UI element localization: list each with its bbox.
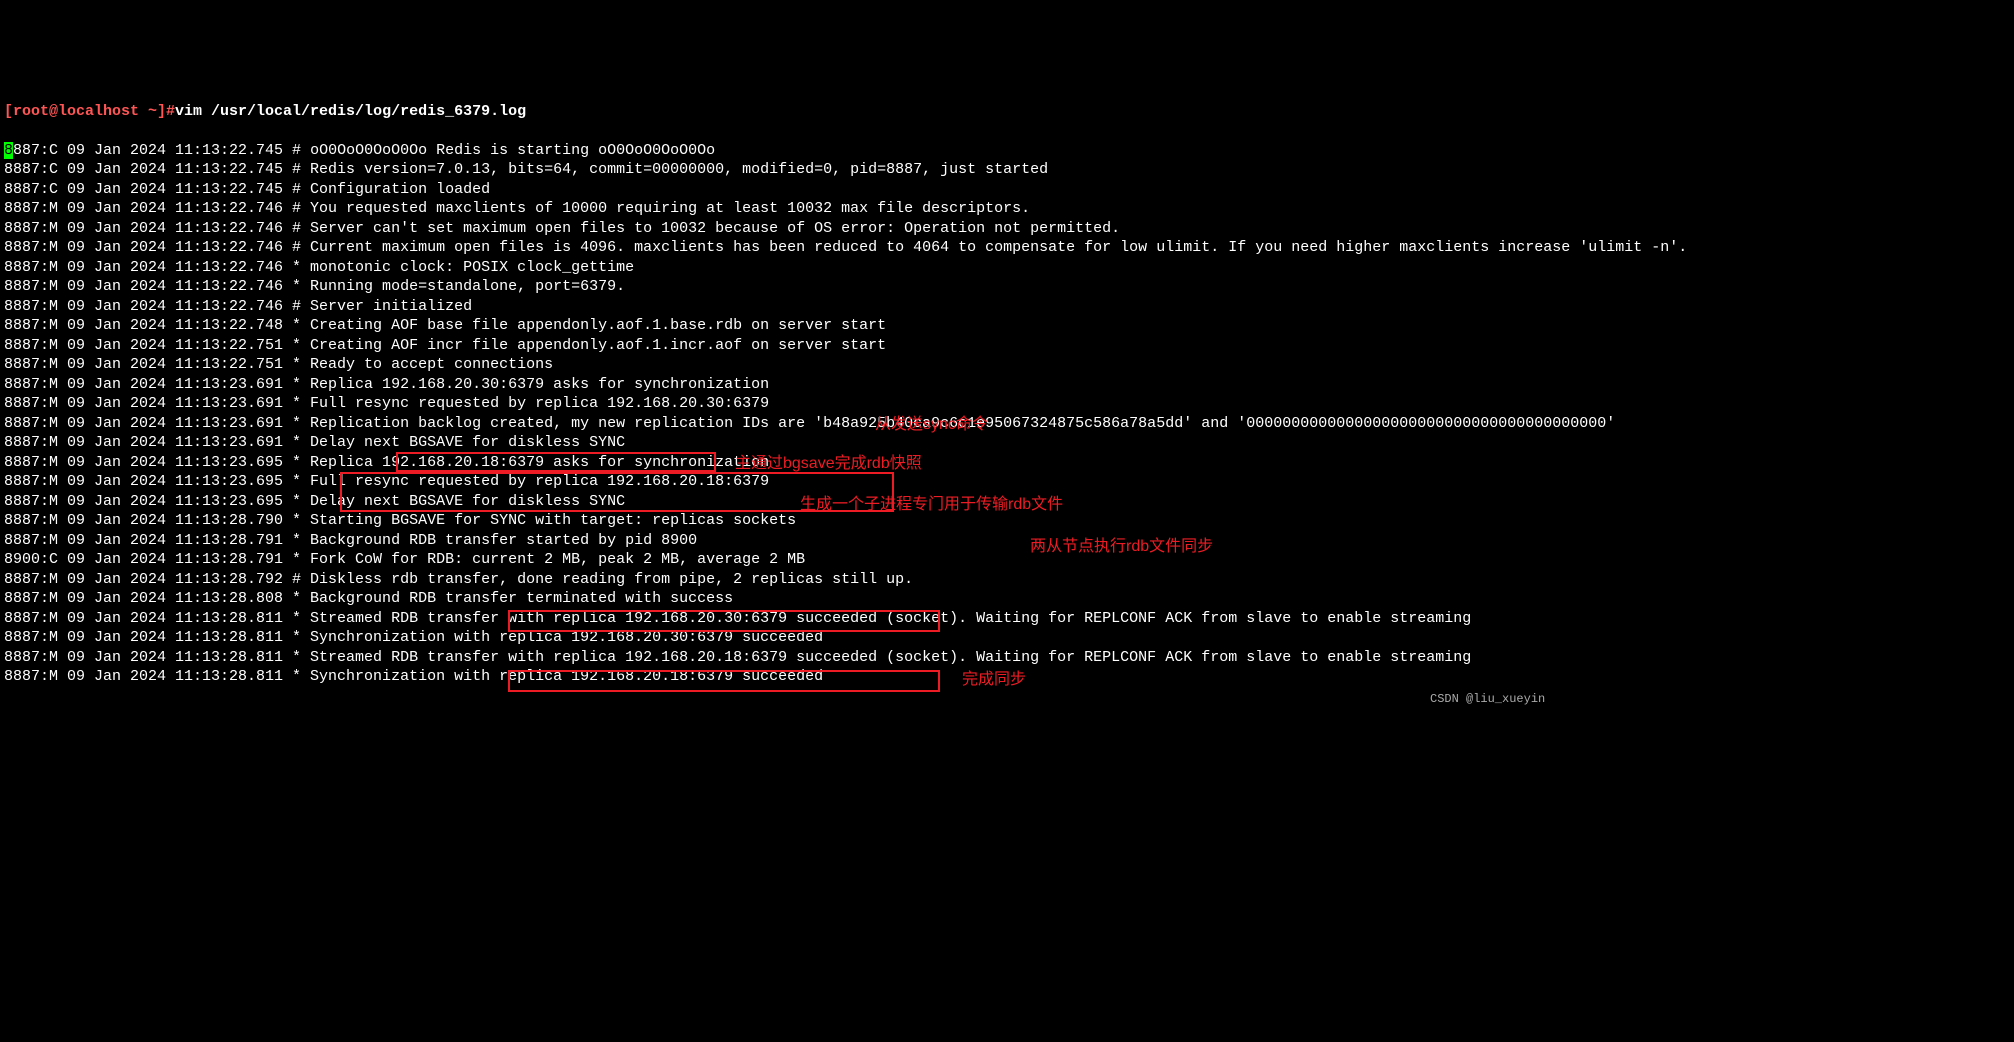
log-line: 8887:M 09 Jan 2024 11:13:22.746 # You re… xyxy=(4,200,1030,217)
log-line: 8887:M 09 Jan 2024 11:13:22.746 * Runnin… xyxy=(4,278,625,295)
log-line: 8887:M 09 Jan 2024 11:13:23.691 * Delay … xyxy=(4,434,625,451)
log-line: 887:C 09 Jan 2024 11:13:22.745 # oO0OoO0… xyxy=(13,142,715,159)
log-line: 8887:C 09 Jan 2024 11:13:22.745 # Config… xyxy=(4,181,490,198)
log-line: 8887:M 09 Jan 2024 11:13:22.746 # Server… xyxy=(4,220,1120,237)
annotation-sync-complete: 完成同步 xyxy=(962,670,1026,691)
log-line: 8900:C 09 Jan 2024 11:13:28.791 * Fork C… xyxy=(4,551,805,568)
annotation-bgsave-rdb: 主通过bgsave完成rdb快照 xyxy=(735,454,922,475)
log-line: 8887:M 09 Jan 2024 11:13:28.811 * Synchr… xyxy=(4,629,823,646)
watermark: CSDN @liu_xueyin xyxy=(1430,692,1545,708)
blank-line xyxy=(4,122,13,139)
log-line: 8887:M 09 Jan 2024 11:13:22.746 # Server… xyxy=(4,298,472,315)
log-line: 8887:M 09 Jan 2024 11:13:28.811 * Synchr… xyxy=(4,668,823,685)
log-line: 8887:M 09 Jan 2024 11:13:28.808 * Backgr… xyxy=(4,590,733,607)
cursor: 8 xyxy=(4,142,13,159)
log-line: 8887:M 09 Jan 2024 11:13:23.695 * Full r… xyxy=(4,473,769,490)
terminal-output: [root@localhost ~]#vim /usr/local/redis/… xyxy=(4,82,2010,687)
annotation-child-process: 生成一个子进程专门用于传输rdb文件 xyxy=(800,495,1063,516)
log-line: 8887:M 09 Jan 2024 11:13:22.751 * Creati… xyxy=(4,337,886,354)
log-line: 8887:M 09 Jan 2024 11:13:22.746 # Curren… xyxy=(4,239,1687,256)
prompt-command: vim /usr/local/redis/log/redis_6379.log xyxy=(175,103,526,120)
log-line: 8887:C 09 Jan 2024 11:13:22.745 # Redis … xyxy=(4,161,1048,178)
log-line: 8887:M 09 Jan 2024 11:13:22.751 * Ready … xyxy=(4,356,553,373)
annotation-replica-sync: 两从节点执行rdb文件同步 xyxy=(1030,537,1213,558)
log-line: 8887:M 09 Jan 2024 11:13:23.691 * Replic… xyxy=(4,376,769,393)
log-line: 8887:M 09 Jan 2024 11:13:28.791 * Backgr… xyxy=(4,532,697,549)
log-line: 8887:M 09 Jan 2024 11:13:23.695 * Replic… xyxy=(4,454,769,471)
log-line: 8887:M 09 Jan 2024 11:13:22.748 * Creati… xyxy=(4,317,886,334)
log-line: 8887:M 09 Jan 2024 11:13:23.691 * Full r… xyxy=(4,395,769,412)
log-line: 8887:M 09 Jan 2024 11:13:23.695 * Delay … xyxy=(4,493,625,510)
log-line: 8887:M 09 Jan 2024 11:13:22.746 * monoto… xyxy=(4,259,634,276)
annotation-sync-cmd: 从发送sync命令 xyxy=(875,415,988,436)
log-line: 8887:M 09 Jan 2024 11:13:28.792 # Diskle… xyxy=(4,571,913,588)
log-line: 8887:M 09 Jan 2024 11:13:28.811 * Stream… xyxy=(4,649,1471,666)
log-line: 8887:M 09 Jan 2024 11:13:28.811 * Stream… xyxy=(4,610,1471,627)
log-line: 8887:M 09 Jan 2024 11:13:23.691 * Replic… xyxy=(4,415,1615,432)
log-line: 8887:M 09 Jan 2024 11:13:28.790 * Starti… xyxy=(4,512,796,529)
prompt-user-host: [root@localhost ~]# xyxy=(4,103,175,120)
